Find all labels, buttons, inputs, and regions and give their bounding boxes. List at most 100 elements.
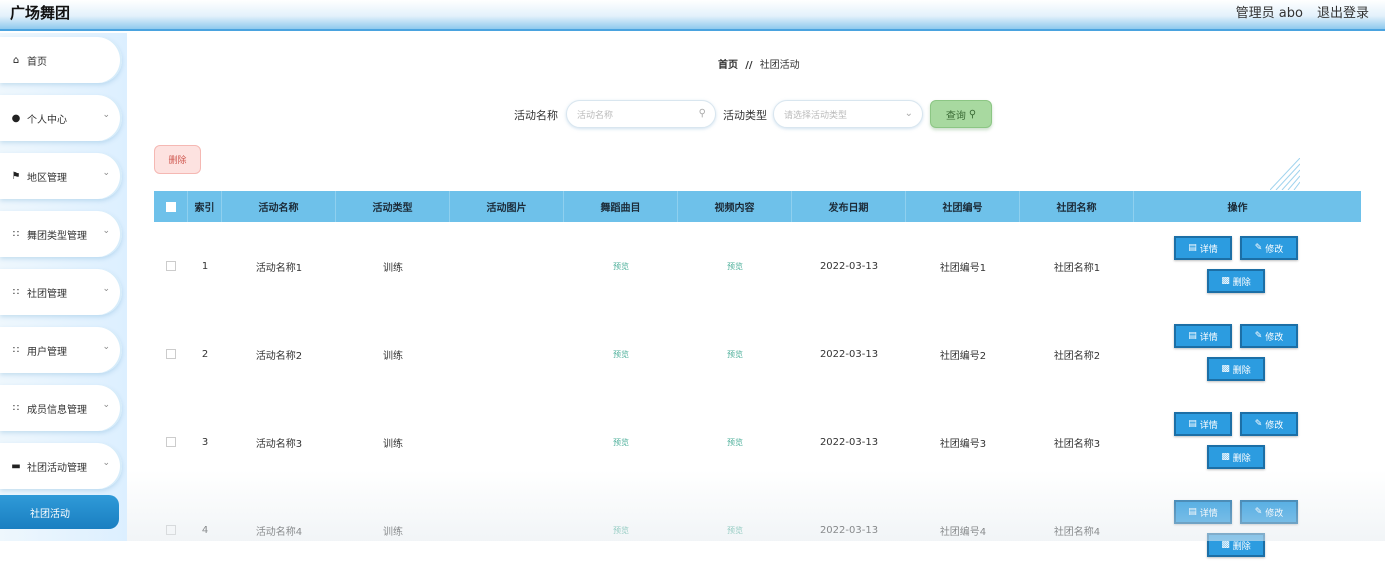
sidebar-item-5[interactable]: ∷ 用户管理 ⌄ bbox=[0, 327, 122, 373]
sidebar-item-1[interactable]: ● 个人中心 ⌄ bbox=[0, 95, 122, 141]
edit-button[interactable]: ✎ 修改 bbox=[1240, 324, 1298, 348]
query-button[interactable]: 查询 ⚲ bbox=[930, 100, 992, 128]
cell-actions: ▤ 详情 ✎ 修改 ▩ 删除 bbox=[1134, 222, 1341, 310]
chevron-down-icon: ⌄ bbox=[102, 458, 110, 468]
cell-image bbox=[450, 222, 564, 310]
cell-music[interactable]: 预览 bbox=[564, 222, 678, 310]
cell-name: 活动名称1 bbox=[255, 262, 303, 274]
sidebar-item-label: 个人中心 bbox=[27, 114, 67, 126]
detail-button[interactable]: ▤ 详情 bbox=[1174, 412, 1232, 436]
sidebar-item-6[interactable]: ∷ 成员信息管理 ⌄ bbox=[0, 385, 122, 431]
activity-type-label: 活动类型 bbox=[723, 109, 767, 122]
table-header: 索引 活动名称 活动类型 活动图片 舞蹈曲目 视频内容 发布日期 社团编号 社团名称 操作 bbox=[154, 191, 1361, 222]
cell-index: 4 bbox=[201, 524, 209, 536]
batch-delete-button[interactable]: 删除 bbox=[154, 145, 201, 174]
chevron-down-icon: ⌄ bbox=[102, 168, 110, 178]
sidebar-item-4[interactable]: ∷ 社团管理 ⌄ bbox=[0, 269, 122, 315]
breadcrumb: 首页 // 社团活动 bbox=[718, 56, 800, 71]
pencil-icon: ✎ bbox=[1254, 331, 1263, 341]
sidebar-subitem-active[interactable]: 社团活动 bbox=[0, 495, 119, 529]
delete-button[interactable]: ▩ 删除 bbox=[1207, 269, 1265, 293]
logout-link[interactable]: 退出登录 bbox=[1317, 2, 1369, 21]
trash-icon: ▩ bbox=[1221, 452, 1230, 462]
edit-button[interactable]: ✎ 修改 bbox=[1240, 412, 1298, 436]
cell-actions: ▤ 详情 ✎ 修改 ▩ 删除 bbox=[1134, 310, 1341, 398]
cell-video[interactable]: 预览 bbox=[678, 310, 792, 398]
detail-button[interactable]: ▤ 详情 bbox=[1174, 324, 1232, 348]
row-checkbox[interactable] bbox=[166, 437, 176, 447]
grid-icon: ∷ bbox=[12, 344, 20, 356]
delete-button[interactable]: ▩ 删除 bbox=[1207, 533, 1265, 557]
sidebar-item-0[interactable]: ⌂ 首页 bbox=[0, 37, 122, 83]
detail-label: 详情 bbox=[1199, 420, 1218, 431]
edit-label: 修改 bbox=[1265, 420, 1284, 431]
cell-type: 训练 bbox=[383, 526, 403, 538]
edit-button[interactable]: ✎ 修改 bbox=[1240, 236, 1298, 260]
detail-button[interactable]: ▤ 详情 bbox=[1174, 500, 1232, 524]
table-row: 3 活动名称3 训练 预览 预览 2022-03-13 社团编号3 社团名称3 ▤ 详情 ✎ 修改 ▩ 删… bbox=[154, 398, 1361, 486]
row-checkbox[interactable] bbox=[166, 349, 176, 359]
cell-image bbox=[450, 486, 564, 574]
delete-button[interactable]: ▩ 删除 bbox=[1207, 357, 1265, 381]
column-header: 视频内容 bbox=[678, 191, 792, 222]
cell-video[interactable]: 预览 bbox=[678, 222, 792, 310]
cell-image bbox=[450, 398, 564, 486]
row-checkbox[interactable] bbox=[166, 261, 176, 271]
row-select-cell bbox=[154, 486, 188, 574]
column-header: 发布日期 bbox=[792, 191, 906, 222]
chevron-down-icon: ⌄ bbox=[102, 400, 110, 410]
select-all-checkbox[interactable] bbox=[165, 201, 176, 212]
table-row: 1 活动名称1 训练 预览 预览 2022-03-13 社团编号1 社团名称1 ▤ 详情 ✎ 修改 ▩ 删… bbox=[154, 222, 1361, 310]
cell-music[interactable]: 预览 bbox=[564, 398, 678, 486]
activity-type-select[interactable]: 请选择活动类型 ⌄ bbox=[773, 100, 923, 128]
grid-icon: ∷ bbox=[12, 402, 20, 414]
sidebar-item-label: 社团活动管理 bbox=[27, 462, 87, 474]
cell-name: 活动名称4 bbox=[255, 526, 303, 538]
cell-type: 训练 bbox=[383, 350, 403, 362]
cell-club_name: 社团名称3 bbox=[1053, 438, 1101, 450]
activity-name-input[interactable]: 活动名称 ⚲ bbox=[566, 100, 716, 128]
sidebar-item-3[interactable]: ∷ 舞团类型管理 ⌄ bbox=[0, 211, 122, 257]
edit-button[interactable]: ✎ 修改 bbox=[1240, 500, 1298, 524]
cell-video[interactable]: 预览 bbox=[678, 486, 792, 574]
column-header: 索引 bbox=[188, 191, 222, 222]
detail-button[interactable]: ▤ 详情 bbox=[1174, 236, 1232, 260]
column-header: 社团编号 bbox=[906, 191, 1020, 222]
header-user-area: 管理员 abo 退出登录 bbox=[1236, 2, 1369, 21]
query-button-label: 查询 bbox=[945, 110, 966, 122]
cell-video[interactable]: 预览 bbox=[678, 398, 792, 486]
delete-label: 删除 bbox=[1232, 277, 1251, 288]
current-user[interactable]: 管理员 abo bbox=[1236, 2, 1303, 21]
monitor-icon: ▬ bbox=[11, 460, 21, 472]
cell-index: 1 bbox=[201, 260, 209, 272]
sidebar-item-label: 成员信息管理 bbox=[27, 404, 87, 416]
cell-date: 2022-03-13 bbox=[819, 436, 879, 448]
pencil-icon: ✎ bbox=[1254, 243, 1263, 253]
delete-button[interactable]: ▩ 删除 bbox=[1207, 445, 1265, 469]
search-icon: ⚲ bbox=[698, 108, 706, 119]
chevron-down-icon: ⌄ bbox=[102, 342, 110, 352]
document-icon: ▤ bbox=[1188, 331, 1197, 341]
pencil-icon: ✎ bbox=[1254, 507, 1263, 517]
cell-music[interactable]: 预览 bbox=[564, 310, 678, 398]
cell-name: 活动名称2 bbox=[255, 350, 303, 362]
activity-name-label: 活动名称 bbox=[514, 109, 558, 122]
sidebar-item-2[interactable]: ⚑ 地区管理 ⌄ bbox=[0, 153, 122, 199]
grid-icon: ∷ bbox=[12, 286, 20, 298]
breadcrumb-home[interactable]: 首页 bbox=[718, 60, 738, 71]
cell-music[interactable]: 预览 bbox=[564, 486, 678, 574]
edit-label: 修改 bbox=[1265, 332, 1284, 343]
document-icon: ▤ bbox=[1188, 243, 1197, 253]
sidebar-item-7[interactable]: ▬ 社团活动管理 ⌄ bbox=[0, 443, 122, 489]
activity-name-placeholder: 活动名称 bbox=[577, 110, 614, 121]
activity-type-placeholder: 请选择活动类型 bbox=[784, 110, 848, 121]
cell-image bbox=[450, 310, 564, 398]
document-icon: ▤ bbox=[1188, 419, 1197, 429]
edit-label: 修改 bbox=[1265, 508, 1284, 519]
cell-type: 训练 bbox=[383, 438, 403, 450]
cell-index: 3 bbox=[201, 436, 209, 448]
app-title: 广场舞团 bbox=[10, 4, 71, 22]
table-row: 4 活动名称4 训练 预览 预览 2022-03-13 社团编号4 社团名称4 ▤ 详情 ✎ 修改 ▩ 删… bbox=[154, 486, 1361, 574]
delete-label: 删除 bbox=[1232, 365, 1251, 376]
row-checkbox[interactable] bbox=[166, 525, 176, 535]
